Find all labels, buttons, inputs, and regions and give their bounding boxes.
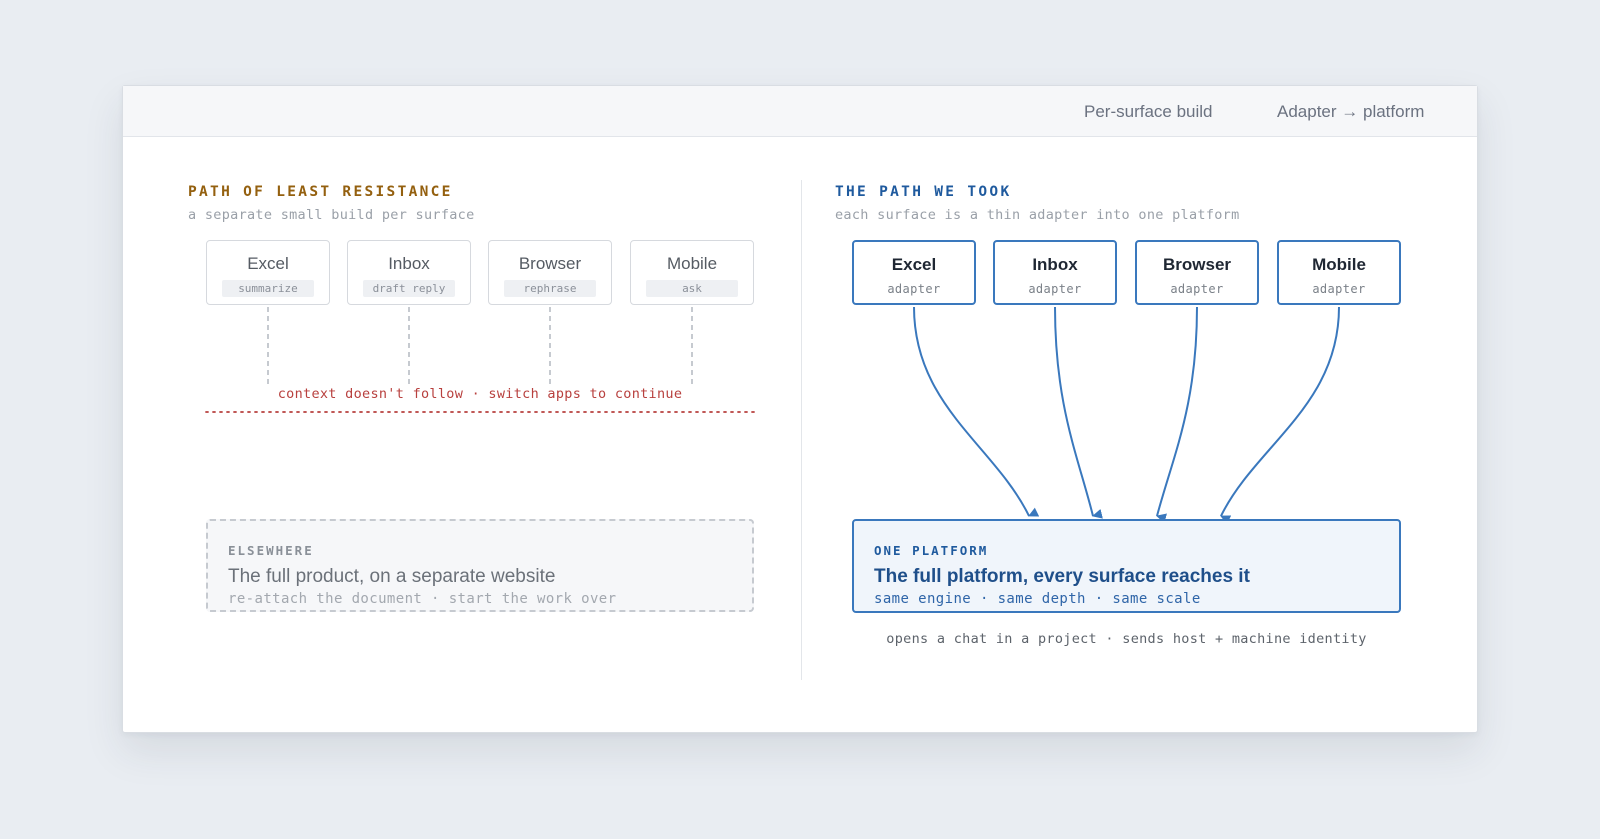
platform-title: The full platform, every surface reaches… bbox=[874, 566, 1250, 587]
arrow-mobile-to-platform bbox=[1220, 306, 1340, 525]
arrow-browser-to-platform bbox=[1156, 306, 1198, 524]
arrow-inbox-to-platform bbox=[1054, 306, 1103, 519]
diagram-card: Per-surface build Adapter → platform PAT… bbox=[122, 85, 1478, 733]
arrow-excel-to-platform bbox=[913, 306, 1040, 517]
platform-box: ONE PLATFORM The full platform, every su… bbox=[852, 519, 1401, 613]
platform-footnote: opens a chat in a project · sends host +… bbox=[886, 631, 1367, 647]
platform-subtitle: same engine · same depth · same scale bbox=[874, 591, 1201, 607]
platform-label: ONE PLATFORM bbox=[874, 543, 989, 558]
